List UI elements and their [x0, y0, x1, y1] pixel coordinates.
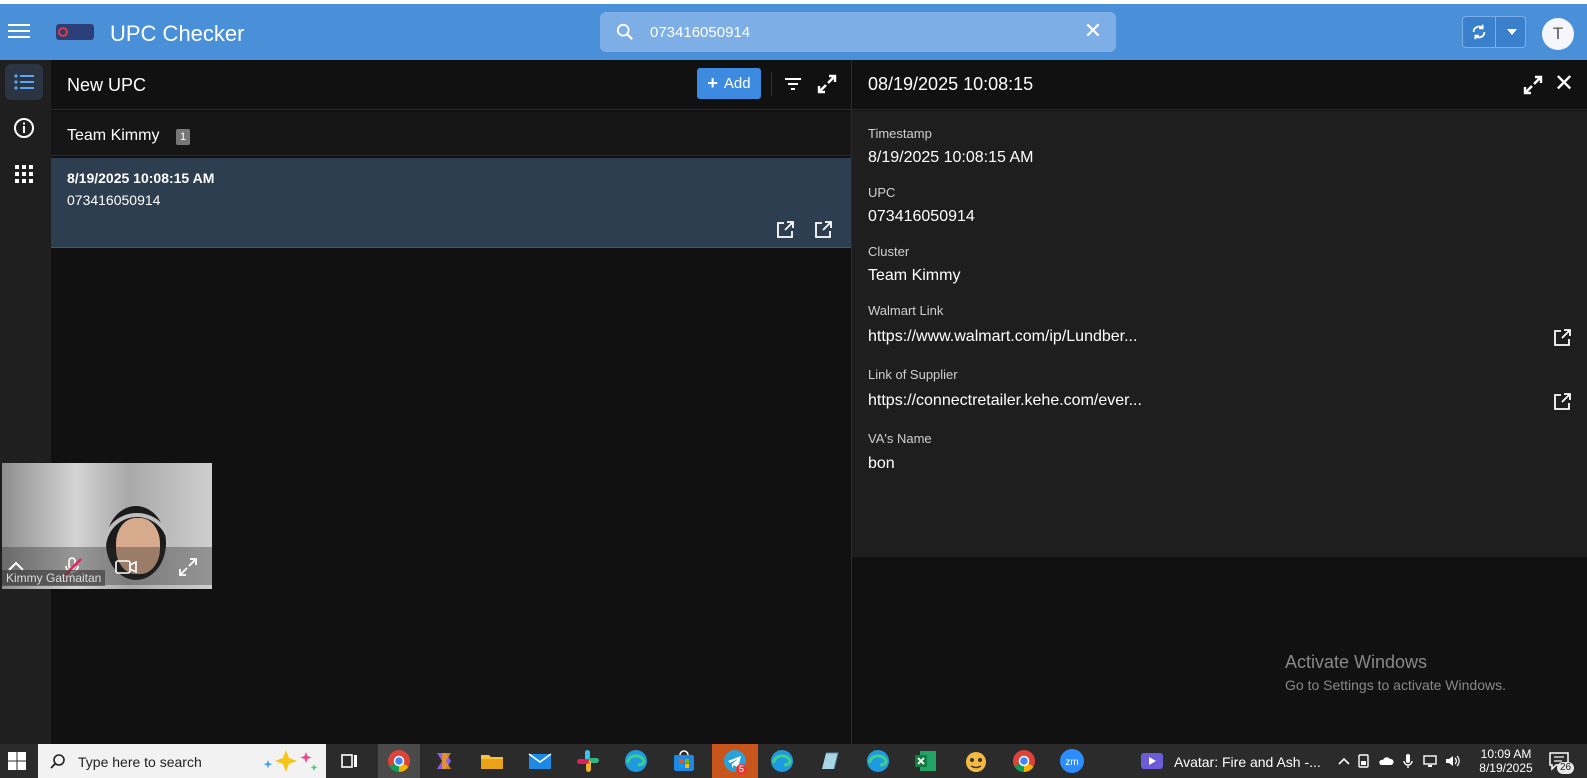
chevron-down-icon[interactable]: [1496, 17, 1528, 47]
chrome-icon[interactable]: [385, 747, 413, 775]
open-external-icon[interactable]: [1552, 392, 1572, 412]
detail-body: Timestamp 8/19/2025 10:08:15 AM UPC 0734…: [852, 111, 1587, 557]
media-title: Avatar: Fire and Ash -...: [1174, 754, 1321, 770]
sync-icon[interactable]: [1463, 17, 1495, 47]
video-call-overlay[interactable]: Kimmy Gatmaitan: [2, 463, 212, 589]
detail-title: 08/19/2025 10:08:15: [868, 74, 1034, 94]
expand-icon[interactable]: [176, 555, 200, 579]
left-rail: [0, 60, 51, 744]
clock-date: 8/19/2025: [1479, 761, 1533, 775]
taskbar-clock[interactable]: 10:09 AM 8/19/2025: [1470, 747, 1542, 775]
walmart-link-value[interactable]: https://www.walmart.com/ip/Lundber...: [868, 328, 1137, 346]
search-value: 073416050914: [650, 24, 751, 41]
group-header[interactable]: Team Kimmy: [51, 112, 851, 156]
avatar[interactable]: T: [1542, 18, 1574, 50]
list-header: New UPC + Add: [51, 60, 851, 110]
taskbar: Type here to search 5 zm Avatar: Fire an…: [0, 744, 1587, 778]
item-upc: 073416050914: [67, 192, 161, 208]
volume-icon[interactable]: [1444, 753, 1460, 769]
chrome-profile-icon[interactable]: [1010, 747, 1038, 775]
plus-icon: +: [707, 73, 718, 93]
sparkle-icon: [263, 750, 318, 772]
expand-icon[interactable]: [1522, 74, 1544, 96]
rail-item-apps[interactable]: [5, 156, 43, 192]
supplier-link-label: Link of Supplier: [868, 367, 958, 382]
svg-text:zm: zm: [1065, 757, 1078, 768]
va-name-value: bon: [868, 455, 895, 472]
supplier-link-value[interactable]: https://connectretailer.kehe.com/ever...: [868, 392, 1142, 410]
group-count-badge: 1: [176, 129, 190, 145]
menu-icon[interactable]: [8, 20, 30, 42]
open-external-icon[interactable]: [813, 220, 833, 240]
detail-panel: 08/19/2025 10:08:15 ✕ Timestamp 8/19/202…: [851, 60, 1587, 744]
group-label: Team Kimmy: [67, 127, 160, 144]
taskbar-search[interactable]: Type here to search: [38, 744, 326, 778]
search-icon: [50, 754, 65, 769]
list-title: New UPC: [67, 75, 147, 95]
close-icon[interactable]: ✕: [1552, 72, 1576, 96]
company-logo: [56, 24, 94, 40]
clock-time: 10:09 AM: [1480, 747, 1532, 761]
file-explorer-icon[interactable]: [478, 747, 506, 775]
activate-windows-subtitle: Go to Settings to activate Windows.: [1285, 677, 1506, 693]
list-icon: [14, 74, 34, 90]
add-button[interactable]: + Add: [697, 68, 761, 99]
app-title: UPC Checker: [110, 21, 245, 46]
taskbar-search-placeholder: Type here to search: [78, 754, 202, 770]
copilot-icon[interactable]: [430, 747, 458, 775]
open-external-icon[interactable]: [775, 220, 795, 240]
notes-icon[interactable]: [816, 747, 844, 775]
va-name-label: VA's Name: [868, 431, 932, 446]
media-taskbar-item[interactable]: Avatar: Fire and Ash -...: [1140, 744, 1325, 778]
cluster-label: Cluster: [868, 244, 910, 259]
top-bar: UPC Checker 073416050914 ✕ T: [0, 4, 1587, 60]
microphone-icon[interactable]: [1400, 753, 1416, 769]
filter-icon[interactable]: [784, 75, 802, 93]
info-icon: [14, 118, 34, 138]
search-input[interactable]: 073416050914 ✕: [600, 12, 1116, 52]
rail-item-list[interactable]: [5, 64, 43, 100]
participant-name: Kimmy Gatmaitan: [2, 570, 106, 586]
add-button-label: Add: [723, 75, 751, 92]
screen: UPC Checker 073416050914 ✕ T New UPC + A…: [0, 0, 1587, 778]
slack-icon[interactable]: [574, 747, 602, 775]
mail-icon[interactable]: [526, 747, 554, 775]
network-icon[interactable]: [1422, 753, 1438, 769]
apps-grid-icon: [15, 165, 33, 183]
walmart-link-label: Walmart Link: [868, 303, 944, 318]
timestamp-value: 8/19/2025 10:08:15 AM: [868, 149, 1034, 166]
rail-item-info[interactable]: [5, 110, 43, 146]
cluster-value: Team Kimmy: [868, 267, 961, 284]
notification-count: 26: [1557, 762, 1575, 774]
expand-icon[interactable]: [816, 73, 838, 95]
header-divider: [771, 72, 772, 96]
item-timestamp: 8/19/2025 10:08:15 AM: [67, 170, 215, 186]
game-app-icon[interactable]: [962, 747, 990, 775]
telegram-badge: 5: [736, 764, 748, 775]
list-item[interactable]: 8/19/2025 10:08:15 AM 073416050914: [51, 158, 851, 248]
list-panel: New UPC + Add Team Kimmy 1 8/19/2025 10:…: [51, 60, 851, 744]
edge-icon[interactable]: [622, 747, 650, 775]
store-icon[interactable]: [670, 747, 698, 775]
task-view-icon[interactable]: [336, 747, 364, 775]
excel-icon[interactable]: [912, 747, 940, 775]
zoom-icon[interactable]: zm: [1058, 747, 1086, 775]
edge-profile-icon[interactable]: [768, 747, 796, 775]
search-icon: [616, 23, 633, 40]
onedrive-icon[interactable]: [1378, 753, 1394, 769]
video-player-icon: [1141, 753, 1163, 769]
activate-windows-title: Activate Windows: [1285, 652, 1428, 672]
edge-secondary-icon[interactable]: [864, 747, 892, 775]
sync-split-button[interactable]: [1462, 16, 1526, 48]
windows-start-icon[interactable]: [8, 752, 26, 770]
upc-value: 073416050914: [868, 208, 975, 225]
timestamp-label: Timestamp: [868, 126, 932, 141]
open-external-icon[interactable]: [1552, 328, 1572, 348]
upc-label: UPC: [868, 185, 896, 200]
battery-icon[interactable]: [1356, 753, 1372, 769]
detail-header: 08/19/2025 10:08:15 ✕: [852, 60, 1587, 110]
camera-icon[interactable]: [114, 555, 138, 579]
chevron-up-icon[interactable]: [1336, 753, 1352, 769]
clear-search-icon[interactable]: ✕: [1082, 20, 1104, 42]
